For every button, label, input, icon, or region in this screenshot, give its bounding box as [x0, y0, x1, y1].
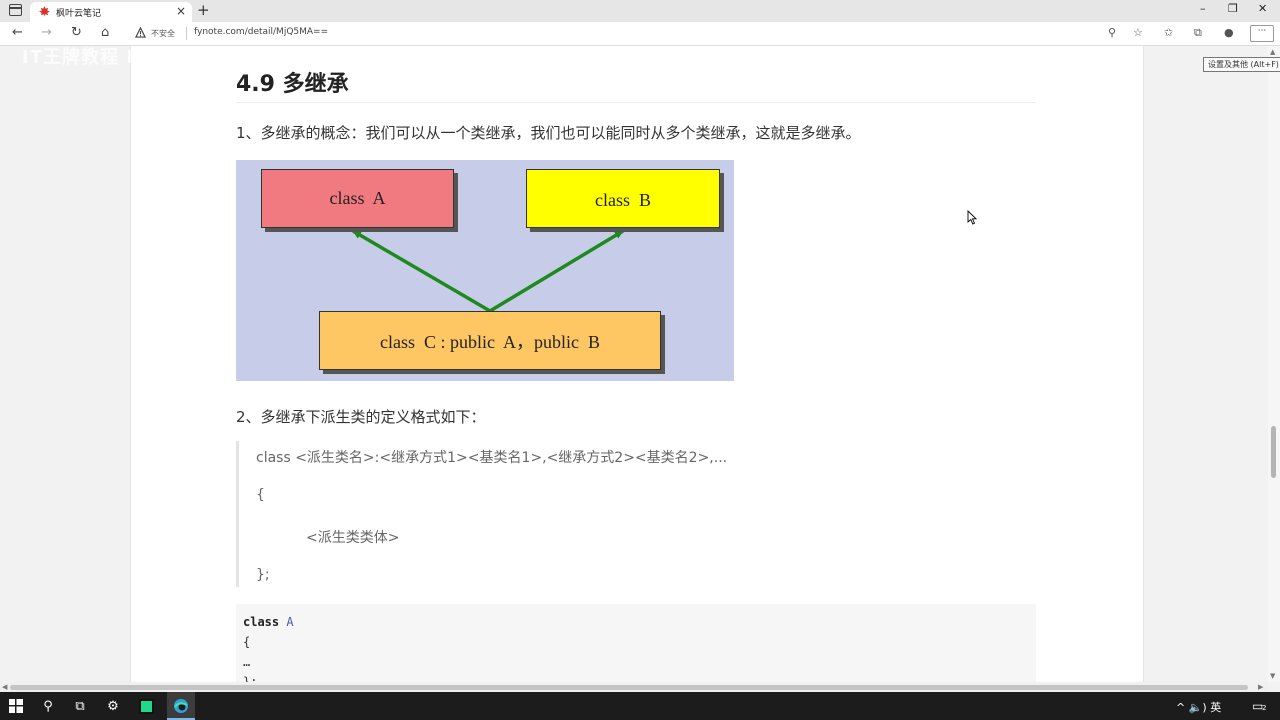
mouse-cursor-icon — [967, 210, 977, 225]
tab-close-icon[interactable]: × — [176, 4, 186, 18]
minimize-button[interactable]: – — [1200, 2, 1206, 16]
start-button[interactable] — [1, 692, 31, 720]
app-icon-settings[interactable]: ⚙ — [98, 692, 128, 720]
warning-icon[interactable] — [135, 27, 146, 38]
syntax-paragraph: 2、多继承下派生类的定义格式如下： — [236, 408, 486, 426]
syntax-line-1: class <派生类名>:<继承方式1><基类名1>,<继承方式2><基类名2>… — [256, 450, 728, 466]
security-status[interactable]: 不安全 — [151, 28, 175, 39]
syntax-line-3: <派生类类体> — [306, 530, 400, 546]
video-watermark: IT王牌教程 BILIBILI — [22, 47, 212, 68]
inheritance-diagram: class A class B class C : public A，publi… — [236, 160, 734, 381]
vertical-scroll-thumb[interactable] — [1271, 426, 1276, 478]
syntax-line-2: { — [256, 487, 265, 503]
profile-icon[interactable]: ● — [1224, 26, 1234, 40]
restore-button[interactable]: ❐ — [1228, 2, 1238, 16]
back-button[interactable]: ← — [12, 25, 23, 41]
horizontal-scrollbar[interactable]: ◀ ▶ — [0, 682, 1268, 692]
system-tray[interactable]: ^ 🔈) 英 — [1176, 699, 1221, 715]
address-bar: ← → ↻ ⌂ 不安全 fynote.com/detail/MjQ5MA== ⚲… — [0, 22, 1280, 72]
code-class-name: A — [286, 615, 294, 629]
task-view-icon[interactable]: ⧉ — [65, 692, 95, 720]
code-line-1: class A — [243, 612, 1029, 632]
vertical-scrollbar[interactable]: ▲ ▼ — [1268, 46, 1280, 682]
scroll-up-icon[interactable]: ▲ — [1270, 48, 1275, 56]
ide-logo-icon — [138, 698, 154, 714]
code-line-2: { — [243, 635, 251, 649]
scroll-down-icon[interactable]: ▼ — [1270, 672, 1275, 680]
add-favorite-icon[interactable]: ☆ — [1133, 26, 1143, 40]
class-c-box: class C : public A，public B — [319, 311, 661, 370]
syntax-line-4: }; — [256, 567, 270, 583]
scroll-right-icon[interactable]: ▶ — [1258, 683, 1263, 691]
article-container: 4.9 多继承 1、多继承的概念：我们可以从一个类继承，我们也可以能同时从多个类… — [130, 46, 1144, 682]
browser-tab-bar: 枫叶云笔记 × + – ❐ ✕ — [0, 0, 1280, 22]
concept-paragraph: 1、多继承的概念：我们可以从一个类继承，我们也可以能同时从多个类继承，这就是多继… — [236, 124, 861, 142]
reload-button[interactable]: ↻ — [71, 25, 82, 41]
search-icon[interactable]: ⚲ — [33, 692, 63, 720]
notification-count: 2 — [1262, 704, 1267, 712]
class-b-box: class B — [526, 169, 720, 228]
horizontal-scroll-thumb[interactable] — [10, 685, 1248, 690]
app-icon-edge[interactable] — [166, 692, 196, 720]
section-heading: 4.9 多继承 — [236, 72, 349, 97]
new-tab-button[interactable]: + — [197, 1, 210, 19]
close-window-button[interactable]: ✕ — [1258, 2, 1267, 16]
app-icon-ide[interactable] — [131, 692, 161, 720]
edge-logo-icon — [174, 699, 188, 713]
arrow-c-to-a — [352, 229, 491, 313]
maple-leaf-icon — [39, 6, 50, 17]
home-button[interactable]: ⌂ — [101, 25, 109, 41]
collections-icon[interactable]: ⧉ — [1194, 26, 1202, 40]
zoom-icon[interactable]: ⚲ — [1108, 26, 1116, 40]
favorites-icon[interactable]: ✩ — [1164, 26, 1173, 40]
tab-actions-icon[interactable] — [9, 4, 22, 16]
url-input[interactable]: fynote.com/detail/MjQ5MA== — [194, 27, 328, 37]
windows-logo-icon — [9, 699, 23, 713]
code-block: class A { … }; — [236, 604, 1036, 682]
class-a-box: class A — [261, 169, 454, 228]
tab-title: 枫叶云笔记 — [56, 9, 102, 19]
settings-more-button[interactable]: ··· — [1250, 25, 1274, 42]
taskbar: ⚲ ⧉ ⚙ ^ 🔈) 英 ▭ 2 — [0, 692, 1280, 720]
settings-tooltip: 设置及其他 (Alt+F) — [1203, 57, 1280, 72]
syntax-blockquote — [236, 441, 242, 587]
page-viewport: 4.9 多继承 1、多继承的概念：我们可以从一个类继承，我们也可以能同时从多个类… — [0, 46, 1268, 682]
code-keyword: class — [243, 615, 280, 629]
code-line-4: }; — [243, 675, 258, 682]
scroll-left-icon[interactable]: ◀ — [2, 683, 7, 691]
code-line-3: … — [243, 655, 251, 669]
browser-tab[interactable]: 枫叶云笔记 × — [30, 2, 192, 22]
address-separator — [186, 27, 187, 40]
forward-button[interactable]: → — [41, 25, 52, 41]
arrow-c-to-b — [489, 229, 624, 313]
heading-divider — [236, 102, 1036, 103]
